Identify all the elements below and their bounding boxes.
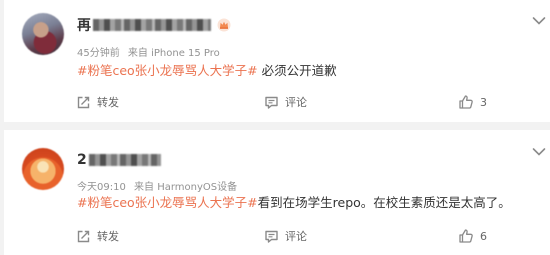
comment-feed: 再 45分钟前 来自 iPhone 15 Pro #粉笔ceo张小龙辱骂人大学子…	[0, 0, 550, 255]
comment-card: 2 今天09:10 来自 HarmonyOS设备 #粉笔ceo张小龙辱骂人大学子…	[4, 130, 550, 255]
thumbs-up-icon	[459, 95, 473, 109]
thumbs-up-icon	[459, 229, 473, 243]
post-source: 来自 iPhone 15 Pro	[127, 48, 220, 59]
post-body: 看到在场学生repo。在校生素质还是太高了。	[257, 195, 511, 210]
comment-button[interactable]: 评论	[264, 226, 307, 246]
post-meta: 45分钟前 来自 iPhone 15 Pro	[77, 44, 220, 59]
post-text: #粉笔ceo张小龙辱骂人大学子# 必须公开道歉	[77, 60, 337, 79]
avatar[interactable]	[22, 13, 64, 55]
repost-button[interactable]: 转发	[76, 92, 119, 112]
repost-label: 转发	[97, 230, 119, 243]
chevron-down-icon[interactable]	[532, 147, 546, 157]
comment-label: 评论	[285, 96, 307, 109]
comment-icon	[265, 96, 278, 109]
post-text: #粉笔ceo张小龙辱骂人大学子#看到在场学生repo。在校生素质还是太高了。	[77, 192, 511, 211]
like-button[interactable]: 3	[458, 92, 487, 112]
author-row: 再	[77, 16, 231, 34]
like-count: 6	[480, 229, 487, 243]
author-name[interactable]: 2	[77, 152, 87, 168]
crown-badge-icon	[217, 18, 231, 32]
comment-icon	[265, 230, 278, 243]
author-name-mosaic	[93, 19, 211, 31]
comment-label: 评论	[285, 230, 307, 243]
repost-label: 转发	[97, 96, 119, 109]
like-button[interactable]: 6	[458, 226, 487, 246]
like-count: 3	[480, 95, 487, 109]
hashtag-link[interactable]: #粉笔ceo张小龙辱骂人大学子#	[77, 195, 258, 210]
action-bar: 转发 评论 6	[4, 226, 550, 246]
chevron-down-icon[interactable]	[532, 16, 546, 26]
comment-card: 再 45分钟前 来自 iPhone 15 Pro #粉笔ceo张小龙辱骂人大学子…	[4, 0, 550, 122]
comment-button[interactable]: 评论	[264, 92, 307, 112]
author-row: 2	[77, 151, 161, 169]
repost-button[interactable]: 转发	[76, 226, 119, 246]
repost-icon	[77, 96, 90, 108]
hashtag-link[interactable]: #粉笔ceo张小龙辱骂人大学子#	[77, 63, 258, 78]
avatar[interactable]	[22, 148, 64, 190]
author-name-mosaic	[88, 154, 161, 166]
post-body: 必须公开道歉	[257, 63, 337, 78]
author-name[interactable]: 再	[77, 15, 91, 35]
post-time[interactable]: 45分钟前	[77, 48, 120, 59]
repost-icon	[77, 230, 90, 242]
post-meta: 今天09:10 来自 HarmonyOS设备	[77, 178, 237, 193]
action-bar: 转发 评论 3	[4, 92, 550, 112]
